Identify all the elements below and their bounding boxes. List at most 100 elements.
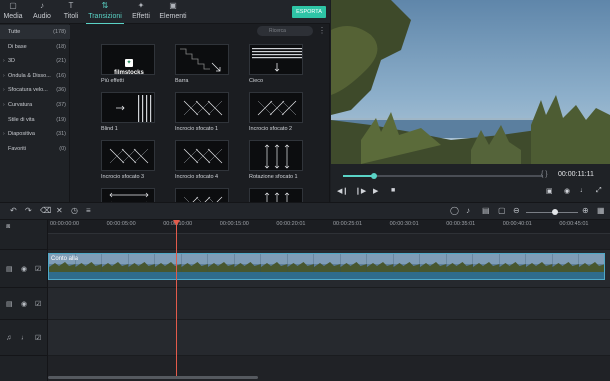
transition-thumbnail[interactable] [175,92,229,123]
step-back-icon[interactable]: ◀❙ [337,187,348,195]
category-item[interactable]: › Sfocatura velo... (36) [0,83,70,97]
render-icon[interactable]: ▤ [482,206,490,215]
film-icon: ▤ [6,265,13,273]
transition-thumbnail[interactable]: ✦ filmstocks [101,44,155,75]
category-name: 3D [8,58,16,65]
timeline-scrollbar[interactable] [48,376,258,379]
chevron-right-icon: › [3,87,5,94]
tab-audio[interactable]: ♪ Audio [28,0,56,24]
transition-thumbnail[interactable] [249,188,303,202]
scrubber-progress [343,175,374,177]
category-item[interactable]: Favoriti (0) [0,142,70,156]
delete-icon[interactable]: ⌫ [40,206,51,215]
preview-controls: { } 00:00:11:11 ◀❙ ❙▶ ▶ ■ ▣ ◉ ♩ ⤢ [331,164,610,202]
category-item[interactable]: Tutte (178) [0,25,70,39]
transition-thumbnail[interactable] [249,92,303,123]
snapshot-icon[interactable]: ◉ [564,187,570,195]
category-item[interactable]: Di base (18) [0,40,70,54]
category-item[interactable]: › Curvatura (37) [0,98,70,112]
tab-elements[interactable]: ▣ Elementi [158,0,188,24]
category-item[interactable]: › 3D (21) [0,54,70,68]
search-input[interactable]: Ricerca [257,26,313,36]
lock-icon[interactable]: ☑ [35,300,41,308]
tab-media[interactable]: ▢ Media [0,0,26,24]
play-step-icon[interactable]: ❙▶ [355,187,366,195]
transition-label: Blind 1 [101,126,118,132]
clip-label: Conto alla [51,256,79,262]
ruler-tick-label: 00:00:20:01 [276,221,306,227]
preview-scrubber[interactable] [343,173,543,179]
transition-thumbnail[interactable] [175,44,229,75]
timeline-ruler[interactable]: 00:00:00:00 00:00:05:00 00:00:10:00 00:00:1… [48,220,610,234]
stop-icon[interactable]: ■ [391,187,395,194]
category-name: Di base [8,43,27,50]
tab-transitions[interactable]: ⇅ Transizioni [86,0,124,25]
grid-view-icon[interactable]: ⋮⋮ [318,26,329,35]
transition-thumbnail[interactable] [101,188,155,202]
zoom-in-icon[interactable]: ⊕ [582,206,589,215]
zoom-out-icon[interactable]: ⊖ [513,206,520,215]
volume-icon[interactable]: ♩ [580,187,587,194]
playhead-line[interactable] [176,222,177,377]
transition-icon: ⇅ [101,1,109,10]
category-name: Favoriti [8,145,27,152]
ruler-tick-label: 00:00:05:00 [106,221,136,227]
volume-icon[interactable]: ♩ [21,334,28,341]
transition-label: Incrocio sfocato 3 [101,174,145,180]
track-gap [48,234,610,250]
transition-thumbnail[interactable] [175,188,229,202]
video-clip[interactable]: Conto alla [48,253,605,280]
display-icon[interactable]: ▣ [546,187,553,195]
collapse-icon[interactable]: ▦ [597,206,605,215]
transition-label: Barra [175,78,189,84]
transition-label: Più effetti [101,78,124,84]
add-track-area: ⧈ [0,220,48,234]
redo-icon[interactable]: ↷ [25,206,32,215]
category-item[interactable]: › Diapositiva (31) [0,127,70,141]
voiceover-icon[interactable]: ♪ [466,206,470,215]
speed-icon[interactable]: ◷ [71,206,78,215]
category-item[interactable]: › Ondula & Disso... (16) [0,69,70,83]
lock-icon[interactable]: ☑ [35,334,41,342]
category-count: (37) [56,102,66,108]
audio-track[interactable] [48,320,610,356]
category-count: (16) [56,72,66,79]
category-item[interactable]: Stile di vita (19) [0,113,70,127]
zoom-slider-handle[interactable] [552,209,558,215]
transition-thumbnail[interactable] [249,44,303,75]
lock-icon[interactable]: ☑ [35,265,41,273]
transition-thumbnail[interactable] [175,140,229,171]
category-name: Curvatura [8,102,33,108]
effects-icon: ✦ [137,1,145,10]
ruler-tick-label: 00:00:40:01 [502,221,532,227]
export-button[interactable]: ESPORTA [292,6,326,18]
fullscreen-icon[interactable]: ⤢ [596,187,602,195]
category-name: Tutte [8,29,21,35]
marker-icon[interactable]: ◯ [450,206,459,215]
text-icon: T [68,1,74,10]
play-icon[interactable]: ▶ [373,187,378,195]
scrubber-handle[interactable] [371,173,377,179]
cut-icon[interactable]: ✕ [56,206,63,215]
category-list: Tutte (178) Di base (18) › 3D (21) › Ondula & Di… [0,24,70,202]
in-out-markers[interactable]: { } [541,171,548,178]
add-track-icon[interactable]: ⧈ [6,223,10,231]
visibility-eye-icon[interactable]: ◉ [21,300,27,308]
video-preview [331,0,610,164]
adjust-icon[interactable]: ≡ [86,206,91,215]
transition-thumbnail[interactable] [101,140,155,171]
music-note-icon: ♪ [40,1,44,10]
transition-thumbnail[interactable] [249,140,303,171]
category-count: (178) [53,29,66,35]
video-track-2[interactable] [48,288,610,320]
zoom-fit-icon[interactable]: ▢ [498,206,506,215]
category-name: Sfocatura velo... [8,87,48,94]
elements-icon: ▣ [169,1,177,10]
tab-effects[interactable]: ✦ Effetti [128,0,154,24]
visibility-eye-icon[interactable]: ◉ [21,265,27,273]
filmstocks-mark-icon: ✦ [125,59,133,67]
transition-thumbnail[interactable] [101,92,155,123]
transitions-library: ⚲ Ricerca ⋮⋮ ✦filmstocksPiù effettiBarra… [70,24,330,202]
undo-icon[interactable]: ↶ [10,206,17,215]
tab-titles[interactable]: T Titoli [58,0,84,24]
